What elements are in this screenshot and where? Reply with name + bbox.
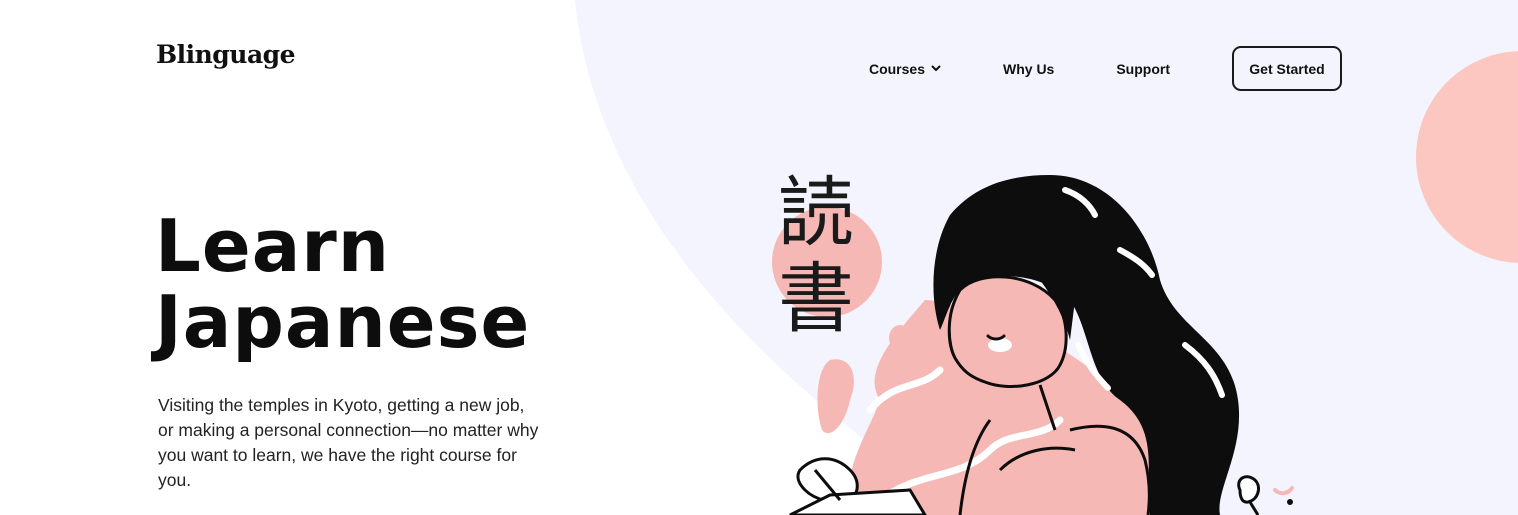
hero-description: Visiting the temples in Kyoto, getting a…: [158, 395, 539, 490]
hero-title-line-1: Learn: [155, 204, 391, 288]
nav-courses-label: Courses: [868, 60, 925, 77]
nav-support[interactable]: Support: [1116, 61, 1170, 77]
main-nav: Courses Why Us Support Get Started: [869, 46, 1342, 91]
kanji-characters: 読 書: [776, 170, 856, 342]
kanji-write: 書: [778, 254, 854, 343]
chevron-down-icon: [931, 65, 941, 72]
pink-drop-1: [889, 325, 911, 351]
plant-leaf: [1237, 475, 1260, 504]
hero-title: Learn Japanese: [155, 208, 530, 360]
brand-logo[interactable]: Blinguage: [156, 40, 296, 69]
face: [947, 275, 1068, 389]
hero-title-line-2: Japanese: [155, 280, 531, 364]
nav-why-us[interactable]: Why Us: [1003, 61, 1054, 77]
plant-dot: [1287, 499, 1293, 505]
blush: [988, 338, 1012, 352]
get-started-button[interactable]: Get Started: [1232, 46, 1342, 91]
plant-stem: [1248, 501, 1260, 515]
nav-courses[interactable]: Courses: [869, 61, 941, 77]
kanji-read: 読: [778, 168, 854, 257]
plant-pink-tip: [1273, 486, 1294, 496]
pink-drop-2: [817, 359, 854, 434]
